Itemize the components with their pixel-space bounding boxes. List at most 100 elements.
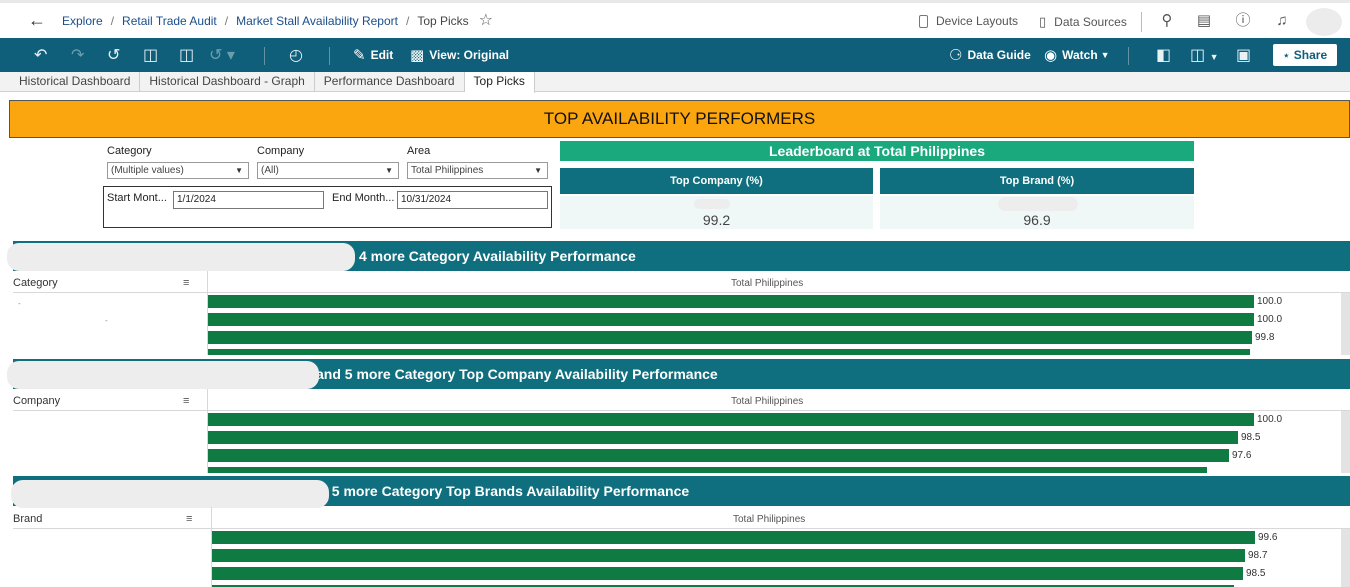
- breadcrumb-current-sheet: Top Picks: [417, 14, 469, 28]
- area-filter-select[interactable]: Total Philippines ▼: [407, 162, 548, 179]
- section-title: and 5 more Category Top Company Availabi…: [316, 366, 718, 382]
- data-sources-button[interactable]: ▯ Data Sources: [1039, 14, 1127, 30]
- redacted-title: [7, 243, 355, 271]
- breadcrumb-workbook[interactable]: Market Stall Availability Report: [236, 14, 398, 28]
- divider: [1128, 47, 1129, 65]
- divider: [264, 47, 265, 65]
- company-filter-label: Company: [257, 145, 305, 157]
- replay-icon[interactable]: ↺ ▾: [209, 45, 235, 65]
- divider: [329, 47, 330, 65]
- sort-icon[interactable]: ≡: [183, 277, 189, 289]
- area-filter-label: Area: [407, 145, 431, 157]
- search-icon[interactable]: ⚲: [1158, 12, 1176, 30]
- row-header: Category: [13, 277, 58, 289]
- favorite-star-icon[interactable]: ☆: [479, 13, 493, 29]
- bar-value-label: 98.7: [1248, 550, 1268, 561]
- chevron-down-icon: ▼: [235, 166, 243, 175]
- end-month-input[interactable]: 10/31/2024: [397, 191, 548, 209]
- avatar[interactable]: [1306, 8, 1342, 36]
- end-month-label: End Month...: [332, 192, 395, 204]
- bell-icon[interactable]: ♫: [1273, 12, 1291, 30]
- bar-mark[interactable]: [208, 349, 1250, 355]
- pencil-icon: ✎: [353, 47, 366, 64]
- tab-top-picks[interactable]: Top Picks: [464, 72, 535, 93]
- bar-value-label: 99.8: [1255, 332, 1275, 343]
- bar-mark[interactable]: [212, 531, 1255, 544]
- comments-icon[interactable]: ◧: [1156, 45, 1171, 65]
- tab-historical-dashboard-graph[interactable]: Historical Dashboard - Graph: [140, 72, 315, 92]
- performance-icon[interactable]: ◴: [289, 45, 303, 65]
- bar-mark[interactable]: [208, 295, 1254, 308]
- share-button[interactable]: ⋆ Share: [1273, 44, 1337, 66]
- redacted-row-label: -: [105, 316, 108, 325]
- tableau-window: ← Explore / Retail Trade Audit / Market …: [0, 0, 1350, 587]
- refresh-data-icon[interactable]: ◫: [143, 45, 158, 65]
- data-sources-label: Data Sources: [1054, 15, 1127, 29]
- toolbar: ↶ ↷ ↺ ◫ ◫ ↺ ▾ ◴ ✎ Edit ▩ View: Original …: [0, 38, 1350, 72]
- row-header: Brand: [13, 513, 43, 525]
- metrics-icon[interactable]: ▤: [1195, 12, 1213, 30]
- tab-historical-dashboard[interactable]: Historical Dashboard: [10, 72, 141, 92]
- category-filter-label: Category: [107, 145, 152, 157]
- redacted-title: [11, 480, 329, 508]
- company-filter-select[interactable]: (All) ▼: [257, 162, 399, 179]
- bar-mark[interactable]: [208, 313, 1254, 326]
- scrollbar[interactable]: [1341, 529, 1350, 587]
- breadcrumb-project[interactable]: Retail Trade Audit: [122, 14, 217, 28]
- section-title: and 5 more Category Top Brands Availabil…: [303, 483, 690, 499]
- leaderboard-title: Leaderboard at Total Philippines: [560, 141, 1194, 161]
- column-header: Total Philippines: [733, 514, 806, 525]
- watch-button[interactable]: ◉ Watch ▼: [1044, 46, 1110, 64]
- bar-mark[interactable]: [208, 413, 1254, 426]
- bar-value-label: 98.5: [1246, 568, 1266, 579]
- breadcrumb-explore[interactable]: Explore: [62, 14, 103, 28]
- bar-mark[interactable]: [208, 449, 1229, 462]
- category-filter-select[interactable]: (Multiple values) ▼: [107, 162, 249, 179]
- bar-mark[interactable]: [212, 549, 1245, 562]
- share-label: Share: [1293, 48, 1328, 62]
- download-icon[interactable]: ◫ ▼: [1190, 45, 1218, 65]
- chevron-down-icon: ▼: [385, 166, 393, 175]
- data-guide-label: Data Guide: [967, 48, 1031, 62]
- revert-icon[interactable]: ↺: [107, 45, 120, 65]
- sort-icon[interactable]: ≡: [183, 395, 189, 407]
- bar-mark[interactable]: [208, 431, 1238, 444]
- view-original-button[interactable]: ▩ View: Original: [410, 46, 509, 64]
- start-month-label: Start Mont...: [107, 192, 167, 204]
- data-guide-button[interactable]: ⚆ Data Guide: [949, 46, 1031, 64]
- undo-icon[interactable]: ↶: [34, 45, 47, 65]
- database-icon: ▯: [1039, 14, 1047, 29]
- start-month-input[interactable]: 1/1/2024: [173, 191, 324, 209]
- edit-button[interactable]: ✎ Edit: [353, 46, 393, 64]
- breadcrumb-bar: ← Explore / Retail Trade Audit / Market …: [0, 0, 1350, 38]
- bar-value-label: 98.5: [1241, 432, 1261, 443]
- tab-performance-dashboard[interactable]: Performance Dashboard: [315, 72, 465, 92]
- top-brand-header: Top Brand (%): [880, 168, 1194, 194]
- bar-mark[interactable]: [212, 567, 1243, 580]
- column-header: Total Philippines: [731, 396, 804, 407]
- redacted-name: [694, 199, 730, 209]
- help-icon[interactable]: ⓘ: [1234, 12, 1252, 30]
- breadcrumb: Explore / Retail Trade Audit / Market St…: [62, 12, 494, 29]
- sort-icon[interactable]: ≡: [186, 513, 192, 525]
- back-arrow-icon[interactable]: ←: [28, 11, 48, 29]
- bar-value-label: 97.6: [1232, 450, 1252, 461]
- device-layouts-button[interactable]: Device Layouts: [919, 14, 1018, 28]
- scrollbar[interactable]: [1341, 411, 1350, 473]
- bar-mark[interactable]: [208, 467, 1207, 473]
- chevron-down-icon: ▼: [534, 166, 542, 175]
- row-header: Company: [13, 395, 61, 407]
- company-filter-value: (All): [261, 165, 279, 176]
- scrollbar[interactable]: [1341, 293, 1350, 355]
- device-icon: [919, 14, 928, 28]
- redacted-row-label: -: [18, 299, 21, 308]
- view-label: View: Original: [429, 48, 509, 62]
- device-layouts-label: Device Layouts: [936, 14, 1019, 28]
- fullscreen-icon[interactable]: ▣: [1236, 45, 1251, 65]
- divider: [13, 292, 1350, 293]
- area-filter-value: Total Philippines: [411, 165, 484, 176]
- redo-icon[interactable]: ↷: [71, 45, 84, 65]
- chevron-down-icon: ▼: [1100, 50, 1110, 60]
- pause-updates-icon[interactable]: ◫: [179, 45, 194, 65]
- bar-mark[interactable]: [208, 331, 1252, 344]
